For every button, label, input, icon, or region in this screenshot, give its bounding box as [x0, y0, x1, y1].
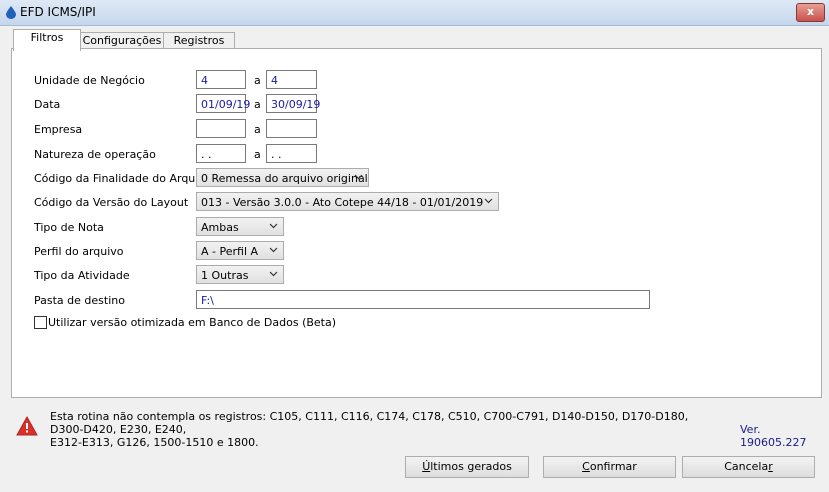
cancelar-label: Cancela — [724, 460, 769, 473]
unidade-to-input[interactable]: 4 — [266, 70, 317, 89]
empresa-label: Empresa — [34, 123, 83, 136]
unidade-from-input[interactable]: 4 — [196, 70, 246, 89]
filtros-panel — [11, 48, 822, 398]
tab-label: Configurações — [82, 34, 162, 47]
versao-value: 013 - Versão 3.0.0 - Ato Cotepe 44/18 - … — [201, 196, 484, 209]
atividade-select[interactable]: 1 Outras — [196, 265, 284, 284]
tab-filtros[interactable]: Filtros — [13, 29, 81, 51]
perfil-label: Perfil do arquivo — [34, 245, 124, 258]
title-bar: EFD ICMS/IPI x — [0, 0, 829, 26]
otimizada-label: Utilizar versão otimizada em Banco de Da… — [48, 316, 337, 329]
natureza-to-input[interactable]: . . — [266, 144, 317, 163]
atividade-label: Tipo da Atividade — [34, 269, 130, 282]
window-title: EFD ICMS/IPI — [20, 5, 96, 19]
tipo-nota-select[interactable]: Ambas — [196, 217, 284, 236]
ultimos-gerados-button[interactable]: Últimos gerados — [405, 456, 529, 478]
tipo-nota-value: Ambas — [201, 221, 239, 234]
confirmar-mnemonic: C — [582, 460, 590, 473]
unidade-label: Unidade de Negócio — [34, 74, 145, 87]
finalidade-value: 0 Remessa do arquivo original — [201, 172, 368, 185]
tab-label: Filtros — [30, 31, 64, 44]
confirmar-label: onfirmar — [589, 460, 637, 473]
version-label: Ver. 190605.227 — [740, 423, 807, 449]
finalidade-label: Código da Finalidade do Arquivo — [34, 172, 212, 185]
warning-triangle-icon — [16, 416, 38, 436]
range-separator: a — [254, 74, 261, 87]
range-separator: a — [254, 123, 261, 136]
tab-label: Registros — [173, 34, 225, 47]
chevron-down-icon — [354, 174, 363, 180]
empresa-from-input[interactable] — [196, 119, 246, 138]
data-to-input[interactable]: 30/09/19 — [266, 94, 320, 113]
empresa-to-input[interactable] — [266, 119, 317, 138]
data-label: Data — [34, 98, 61, 111]
confirmar-button[interactable]: Confirmar — [543, 456, 676, 478]
range-separator: a — [254, 148, 261, 161]
close-icon: x — [806, 5, 815, 18]
chevron-down-icon — [484, 198, 493, 204]
finalidade-select[interactable]: 0 Remessa do arquivo original — [196, 168, 369, 187]
pasta-label: Pasta de destino — [34, 294, 125, 307]
atividade-value: 1 Outras — [201, 269, 249, 282]
range-separator: a — [254, 98, 261, 111]
warning-line-1: Esta rotina não contempla os registros: … — [50, 410, 689, 436]
natureza-from-input[interactable]: . . — [196, 144, 246, 163]
tipo-nota-label: Tipo de Nota — [34, 221, 104, 234]
data-from-input[interactable]: 01/09/19 — [196, 94, 250, 113]
otimizada-checkbox[interactable] — [34, 316, 47, 329]
perfil-select[interactable]: A - Perfil A — [196, 241, 284, 260]
cancelar-mnemonic: r — [768, 460, 773, 473]
versao-select[interactable]: 013 - Versão 3.0.0 - Ato Cotepe 44/18 - … — [196, 192, 499, 211]
chevron-down-icon — [269, 247, 278, 253]
natureza-label: Natureza de operação — [34, 148, 156, 161]
app-drop-icon — [6, 6, 16, 19]
warning-line-2: E312-E313, G126, 1500-1510 e 1800. — [50, 436, 259, 449]
chevron-down-icon — [269, 223, 278, 229]
warning-text: Esta rotina não contempla os registros: … — [50, 410, 710, 449]
versao-label: Código da Versão do Layout — [34, 196, 189, 209]
close-button[interactable]: x — [796, 3, 825, 22]
ultimos-label: ltimos gerados — [430, 460, 512, 473]
pasta-input[interactable]: F:\ — [196, 290, 650, 309]
chevron-down-icon — [269, 271, 278, 277]
perfil-value: A - Perfil A — [201, 245, 259, 258]
cancelar-button[interactable]: Cancelar — [682, 456, 815, 478]
